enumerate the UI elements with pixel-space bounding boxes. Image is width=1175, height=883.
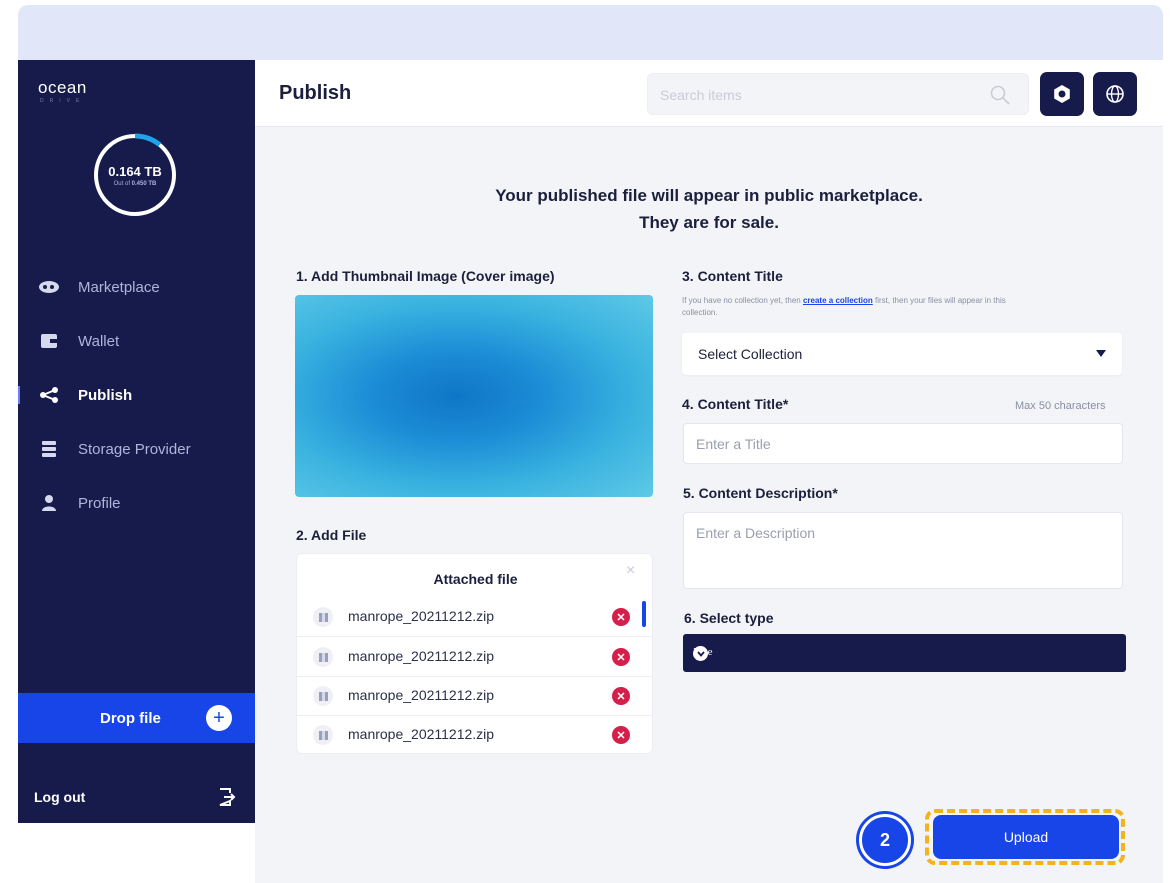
sidebar-item-label: Marketplace: [78, 278, 160, 296]
publish-notice: Your published file will appear in publi…: [255, 182, 1163, 236]
attached-file-title: Attached file: [433, 571, 518, 587]
sidebar-item-label: Profile: [78, 494, 121, 512]
file-row: manrope_20211212.zip ✕: [297, 597, 654, 637]
attached-files-panel: Attached file × manrope_20211212.zip ✕ m…: [296, 553, 654, 755]
file-row: manrope_20211212.zip ✕: [297, 715, 654, 755]
caret-down-icon: [1096, 350, 1106, 357]
file-icon: [313, 725, 333, 745]
file-row: manrope_20211212.zip ✕: [297, 676, 654, 716]
server-icon: [38, 441, 60, 457]
thumbnail-image[interactable]: [295, 295, 653, 497]
sidebar-footer: [18, 823, 255, 883]
drop-file-button[interactable]: Drop file +: [18, 693, 255, 743]
settings-button[interactable]: [1040, 72, 1084, 116]
marketplace-icon: [38, 279, 60, 295]
storage-caption-prefix: Out of: [113, 180, 130, 187]
logo: ocean: [38, 78, 87, 97]
header: Publish: [255, 60, 1163, 127]
plus-icon[interactable]: +: [206, 705, 232, 731]
file-name: manrope_20211212.zip: [348, 687, 495, 703]
type-select[interactable]: Free: [683, 634, 1126, 672]
create-collection-link[interactable]: create a collection: [803, 296, 873, 305]
logout-button[interactable]: Log out: [18, 777, 255, 817]
file-name: manrope_20211212.zip: [348, 608, 495, 624]
gear-icon: [1054, 85, 1070, 103]
collection-help: If you have no collection yet, then crea…: [682, 295, 1042, 319]
storage-caption: Out of 0.450 TB: [114, 181, 157, 187]
language-button[interactable]: [1093, 72, 1137, 116]
publish-form: Your published file will appear in publi…: [255, 127, 1163, 883]
drop-file-label: Drop file: [100, 709, 161, 727]
collection-select-value: Select Collection: [698, 346, 803, 362]
type-label: 6. Select type: [684, 610, 774, 626]
app-frame: ocean DRIVE 0.164 TB Out of 0.450 TB Mar…: [18, 60, 1163, 883]
share-icon: [38, 387, 60, 403]
storage-caption-total: 0.450 TB: [131, 180, 157, 187]
sidebar-item-wallet[interactable]: Wallet: [18, 314, 255, 368]
title-max-note: Max 50 characters: [1015, 400, 1106, 412]
search-box: [647, 73, 1029, 115]
upload-button[interactable]: Upload: [933, 815, 1119, 859]
collection-label: 3. Content Title: [682, 268, 783, 284]
title-input[interactable]: [683, 423, 1123, 464]
chevron-down-icon: [693, 646, 708, 661]
logout-label: Log out: [34, 789, 86, 805]
wallet-icon: [38, 333, 60, 349]
sidebar-item-marketplace[interactable]: Marketplace: [18, 260, 255, 314]
search-icon[interactable]: [990, 85, 1010, 105]
sidebar-nav: Marketplace Wallet Publish Storage Provi…: [18, 260, 255, 530]
logout-icon: [219, 788, 236, 806]
page-title: Publish: [279, 82, 352, 104]
file-icon: [313, 647, 333, 667]
file-name: manrope_20211212.zip: [348, 726, 495, 742]
notice-line-1: Your published file will appear in publi…: [495, 186, 923, 205]
close-icon[interactable]: ×: [626, 563, 640, 579]
sidebar: ocean DRIVE 0.164 TB Out of 0.450 TB Mar…: [18, 60, 255, 823]
title-label: 4. Content Title*: [682, 396, 789, 412]
sidebar-item-label: Storage Provider: [78, 440, 191, 458]
user-icon: [38, 495, 60, 511]
sidebar-item-profile[interactable]: Profile: [18, 476, 255, 530]
collection-select[interactable]: Select Collection: [682, 333, 1122, 375]
sidebar-item-publish[interactable]: Publish: [18, 368, 255, 422]
file-name: manrope_20211212.zip: [348, 648, 495, 664]
description-label: 5. Content Description*: [683, 485, 838, 501]
thumbnail-label: 1. Add Thumbnail Image (Cover image): [296, 268, 555, 284]
sidebar-item-label: Publish: [78, 386, 133, 404]
sidebar-item-storage-provider[interactable]: Storage Provider: [18, 422, 255, 476]
delete-file-icon[interactable]: ✕: [612, 648, 630, 666]
sidebar-item-label: Wallet: [78, 332, 120, 350]
delete-file-icon[interactable]: ✕: [612, 608, 630, 626]
description-input[interactable]: [683, 512, 1123, 589]
notice-line-2: They are for sale.: [639, 213, 779, 232]
file-icon: [313, 686, 333, 706]
storage-value: 0.164 TB: [108, 163, 162, 179]
globe-icon: [1106, 85, 1124, 103]
step-badge: 2: [859, 814, 911, 866]
file-row: manrope_20211212.zip ✕: [297, 637, 654, 677]
collection-help-pre: If you have no collection yet, then: [682, 296, 803, 305]
top-band: [18, 5, 1163, 60]
search-input[interactable]: [660, 84, 980, 106]
file-icon: [313, 607, 333, 627]
storage-readout: 0.164 TB Out of 0.450 TB: [92, 132, 178, 218]
logo-subtitle: DRIVE: [40, 98, 86, 104]
active-indicator: [18, 386, 20, 404]
delete-file-icon[interactable]: ✕: [612, 687, 630, 705]
delete-file-icon[interactable]: ✕: [612, 726, 630, 744]
add-file-label: 2. Add File: [296, 527, 367, 543]
